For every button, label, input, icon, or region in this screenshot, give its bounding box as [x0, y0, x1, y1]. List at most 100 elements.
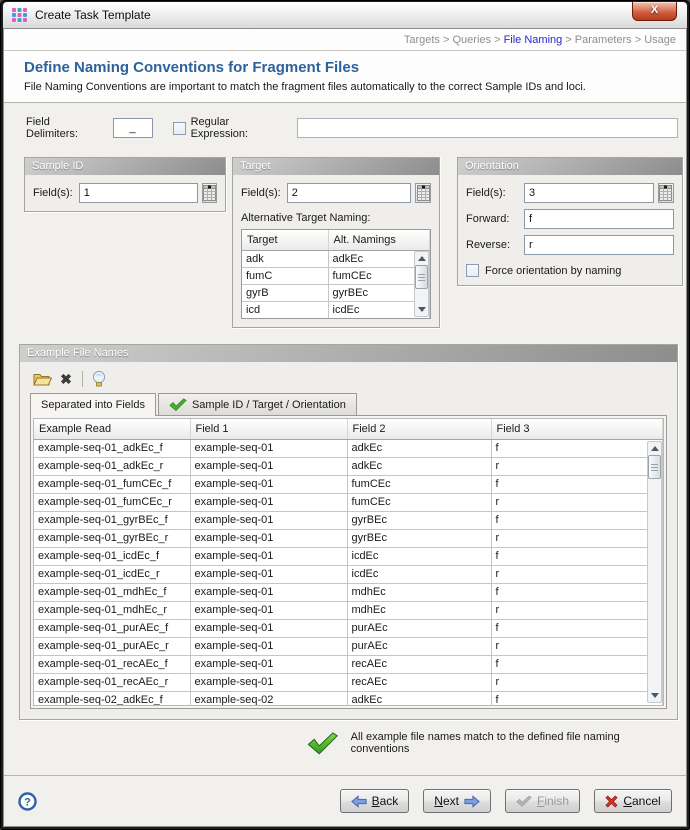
table-row[interactable]: example-seq-02_adkEc_fexample-seq-02adkE…: [34, 691, 663, 706]
table-cell: r: [491, 601, 663, 619]
alternative-target-naming-label: Alternative Target Naming:: [241, 212, 431, 224]
table-row[interactable]: example-seq-01_adkEc_fexample-seq-01adkE…: [34, 439, 663, 457]
column-header[interactable]: Field 1: [190, 419, 347, 439]
table-row[interactable]: icdicdEc: [242, 301, 430, 318]
arrow-down-icon: [651, 693, 659, 698]
table-row[interactable]: example-seq-01_gyrBEc_fexample-seq-01gyr…: [34, 511, 663, 529]
breadcrumb-item-targets[interactable]: Targets: [404, 34, 440, 46]
examples-table: Example ReadField 1Field 2Field 3example…: [34, 419, 663, 706]
page-header: Define Naming Conventions for Fragment F…: [4, 51, 686, 103]
table-cell: r: [491, 565, 663, 583]
delete-example-button[interactable]: ✖: [54, 368, 78, 390]
orientation-fields-input[interactable]: [524, 183, 654, 203]
sample-id-field-picker-button[interactable]: [202, 183, 217, 203]
table-cell: example-seq-01_purAEc_r: [34, 637, 190, 655]
sample-id-fields-input[interactable]: [79, 183, 198, 203]
regular-expression-input[interactable]: [297, 118, 678, 138]
wizard-buttons: Back Next Finish Cancel: [340, 789, 672, 813]
scroll-down-button[interactable]: [648, 689, 661, 702]
table-row[interactable]: example-seq-01_purAEc_fexample-seq-01pur…: [34, 619, 663, 637]
orientation-field-picker-button[interactable]: [658, 183, 674, 203]
validation-status-row: All example file names match to the defi…: [307, 728, 678, 758]
column-header[interactable]: Field 2: [347, 419, 491, 439]
title-bar[interactable]: Create Task Template X: [3, 2, 687, 28]
scroll-up-button[interactable]: [415, 252, 428, 265]
table-row[interactable]: example-seq-01_recAEc_rexample-seq-01rec…: [34, 673, 663, 691]
grip-icon: [651, 464, 658, 471]
table-cell: gyrB: [242, 284, 328, 301]
table-cell: example-seq-01: [190, 583, 347, 601]
validation-status-text: All example file names match to the defi…: [351, 731, 678, 755]
breadcrumb-item-queries[interactable]: Queries: [452, 34, 491, 46]
table-row[interactable]: example-seq-01_recAEc_fexample-seq-01rec…: [34, 655, 663, 673]
force-orientation-checkbox[interactable]: [466, 264, 479, 277]
scroll-down-button[interactable]: [415, 303, 428, 316]
examples-tab-panel: Example ReadField 1Field 2Field 3example…: [30, 415, 667, 709]
examples-table-scrollbar[interactable]: [647, 441, 662, 703]
column-header[interactable]: Alt. Namings: [328, 230, 430, 250]
table-cell: example-seq-01: [190, 439, 347, 457]
close-button[interactable]: X: [632, 2, 677, 21]
scroll-up-button[interactable]: [648, 442, 661, 455]
footer-bar: ? Back Next Finish Cancel: [4, 775, 686, 826]
arrow-down-icon: [418, 307, 426, 312]
finish-button[interactable]: Finish: [505, 789, 580, 813]
next-button[interactable]: Next: [423, 789, 491, 813]
breadcrumb-item-parameters[interactable]: Parameters: [575, 34, 632, 46]
table-cell: r: [491, 673, 663, 691]
field-delimiters-row: Field Delimiters: Regular Expression:: [26, 117, 678, 139]
table-row[interactable]: example-seq-01_adkEc_rexample-seq-01adkE…: [34, 457, 663, 475]
table-row[interactable]: example-seq-01_fumCEc_rexample-seq-01fum…: [34, 493, 663, 511]
tab-label: Separated into Fields: [41, 399, 145, 411]
back-button[interactable]: Back: [340, 789, 410, 813]
table-row[interactable]: gyrBgyrBEc: [242, 284, 430, 301]
table-row[interactable]: example-seq-01_gyrBEc_rexample-seq-01gyr…: [34, 529, 663, 547]
help-icon[interactable]: ?: [18, 792, 37, 811]
table-row[interactable]: adkadkEc: [242, 250, 430, 267]
breadcrumb-item-usage[interactable]: Usage: [644, 34, 676, 46]
field-delimiters-input[interactable]: [113, 118, 153, 138]
green-check-icon: [169, 398, 187, 411]
table-cell: adk: [242, 250, 328, 267]
regular-expression-checkbox[interactable]: [173, 122, 186, 135]
tab-sample-target-orientation[interactable]: Sample ID / Target / Orientation: [158, 393, 357, 415]
column-header[interactable]: Target: [242, 230, 328, 250]
alt-table-scrollbar[interactable]: [414, 251, 429, 317]
sample-id-groupbox: Sample ID Field(s):: [24, 157, 226, 212]
cancel-button-label: Cancel: [623, 794, 660, 808]
table-cell: example-seq-01_mdhEc_r: [34, 601, 190, 619]
table-row[interactable]: example-seq-01_mdhEc_rexample-seq-01mdhE…: [34, 601, 663, 619]
regular-expression-label: Regular Expression:: [191, 116, 290, 140]
check-icon: [516, 795, 532, 807]
table-row[interactable]: fumCfumCEc: [242, 267, 430, 284]
target-field-picker-button[interactable]: [415, 183, 431, 203]
open-folder-button[interactable]: [30, 368, 54, 390]
target-fields-label: Field(s):: [241, 187, 281, 199]
reverse-label: Reverse:: [466, 239, 518, 251]
scrollbar-thumb[interactable]: [648, 455, 661, 479]
back-button-label: Back: [372, 794, 399, 808]
tab-separated-into-fields[interactable]: Separated into Fields: [30, 393, 156, 416]
suggest-button[interactable]: [87, 368, 111, 390]
grid-picker-icon: [417, 185, 430, 201]
scrollbar-thumb[interactable]: [415, 265, 428, 289]
wizard-breadcrumb: Targets > Queries > File Naming > Parame…: [4, 29, 686, 51]
delete-icon: ✖: [60, 372, 72, 386]
table-row[interactable]: example-seq-01_purAEc_rexample-seq-01pur…: [34, 637, 663, 655]
table-row[interactable]: example-seq-01_fumCEc_fexample-seq-01fum…: [34, 475, 663, 493]
table-row[interactable]: example-seq-01_mdhEc_fexample-seq-01mdhE…: [34, 583, 663, 601]
forward-input[interactable]: [524, 209, 674, 229]
cancel-button[interactable]: Cancel: [594, 789, 672, 813]
column-header[interactable]: Field 3: [491, 419, 663, 439]
orientation-groupbox: Orientation Field(s): Forward:: [457, 157, 683, 286]
breadcrumb-item-file-naming[interactable]: File Naming: [504, 34, 563, 46]
table-cell: r: [491, 637, 663, 655]
target-fields-input[interactable]: [287, 183, 412, 203]
reverse-input[interactable]: [524, 235, 674, 255]
column-header[interactable]: Example Read: [34, 419, 190, 439]
target-groupbox: Target Field(s): Alternative Target Nami…: [232, 157, 440, 328]
table-cell: adkEc: [347, 691, 491, 706]
forward-label: Forward:: [466, 213, 518, 225]
table-row[interactable]: example-seq-01_icdEc_rexample-seq-01icdE…: [34, 565, 663, 583]
table-row[interactable]: example-seq-01_icdEc_fexample-seq-01icdE…: [34, 547, 663, 565]
